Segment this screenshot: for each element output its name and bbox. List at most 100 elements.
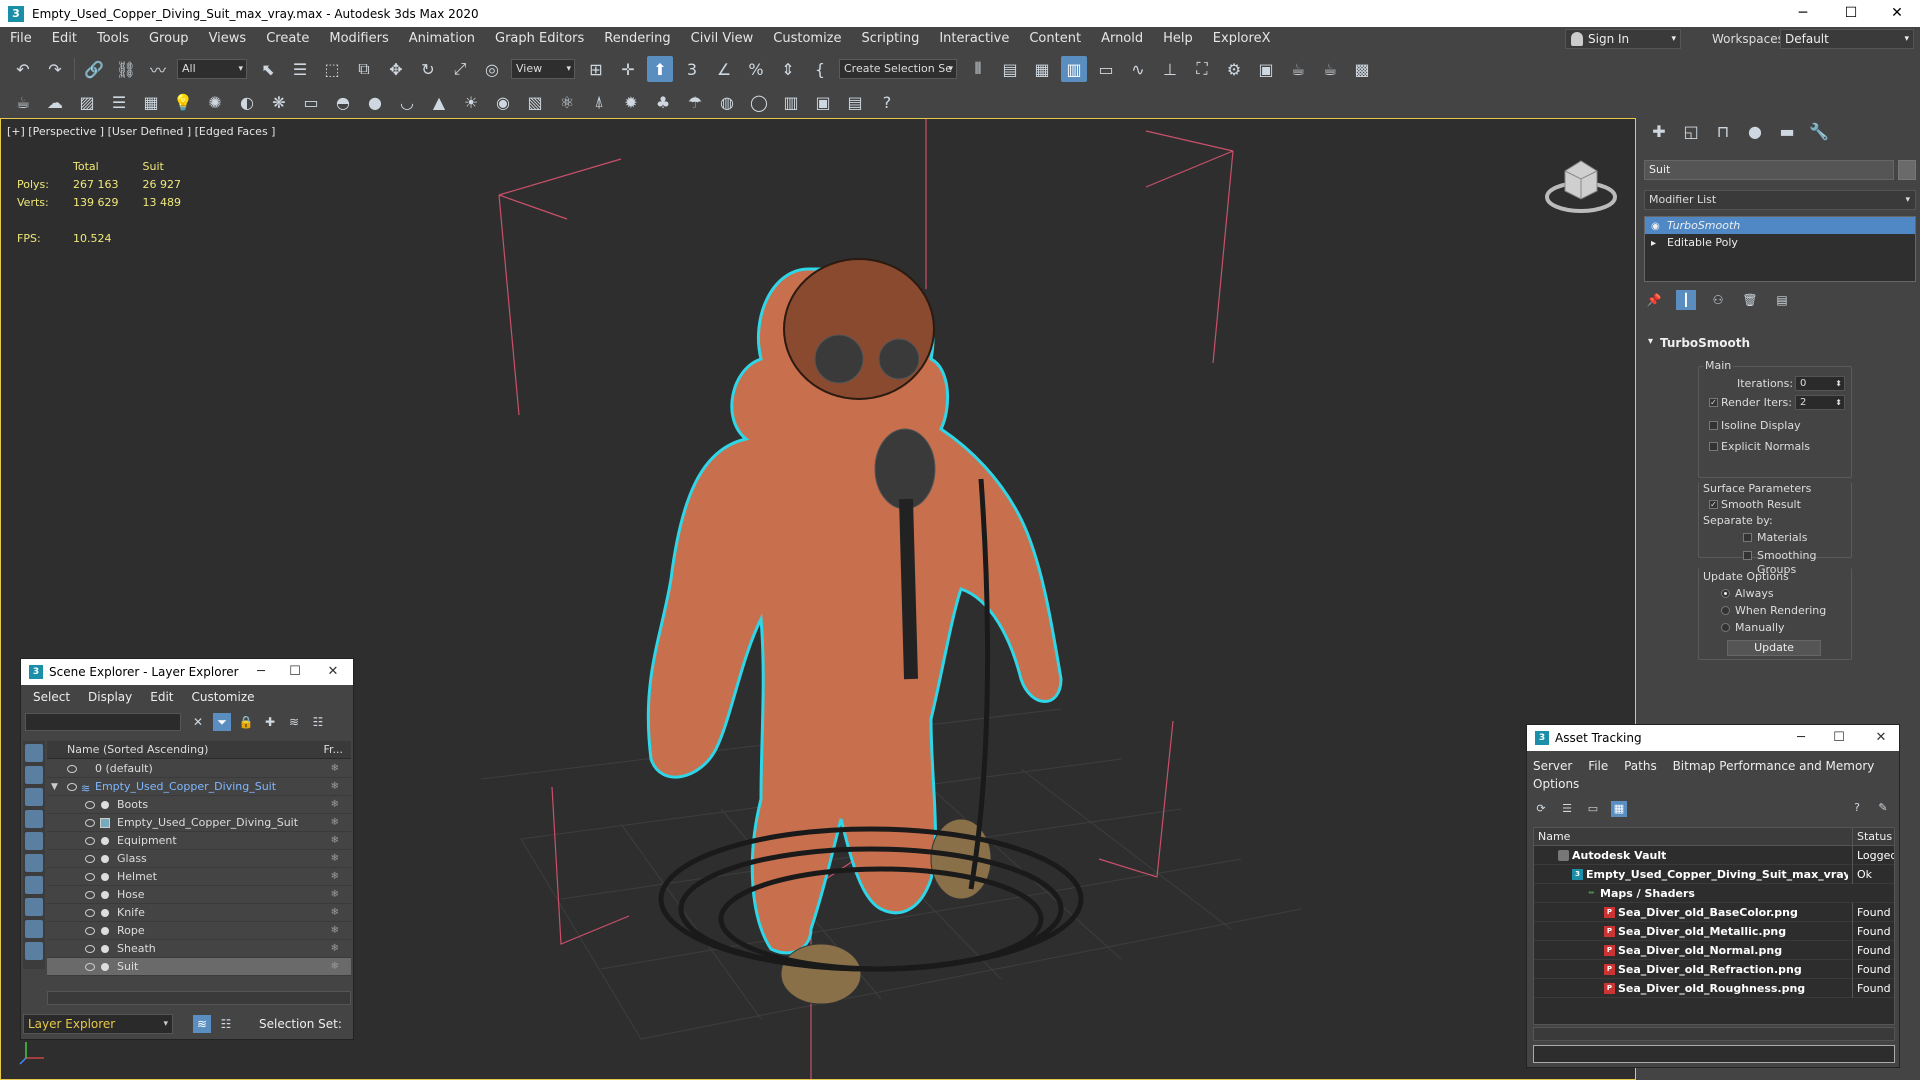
- display-geometry-icon[interactable]: [25, 744, 43, 762]
- list-item[interactable]: Boots ❄: [47, 796, 351, 814]
- named-selection-set-select[interactable]: Create Selection Se: [839, 59, 957, 79]
- freeze-icon[interactable]: ❄: [331, 778, 339, 796]
- list-item[interactable]: Rope ❄: [47, 922, 351, 940]
- explicit-normals-checkbox[interactable]: [1709, 442, 1718, 451]
- menu-create[interactable]: Create: [256, 27, 319, 51]
- freeze-icon[interactable]: ❄: [331, 904, 339, 922]
- camera-tripod-icon[interactable]: ⍋: [586, 89, 612, 115]
- group-icon[interactable]: ❋: [266, 89, 292, 115]
- list-icon[interactable]: ☰: [106, 89, 132, 115]
- column-name-header[interactable]: Name (Sorted Ascending): [67, 743, 208, 756]
- menu-graph-editors[interactable]: Graph Editors: [485, 27, 594, 51]
- at-menu-bitmap-performance[interactable]: Bitmap Performance and Memory: [1673, 759, 1875, 773]
- menu-customize[interactable]: Customize: [763, 27, 851, 51]
- table-row[interactable]: P Sea_Diver_old_Roughness.png Found: [1534, 979, 1894, 998]
- schematic-view-icon[interactable]: ⊥: [1157, 56, 1183, 82]
- cloud-icon[interactable]: ☁: [42, 89, 68, 115]
- explorer-type-select[interactable]: Layer Explorer: [23, 1014, 173, 1034]
- help-icon[interactable]: ?: [1849, 801, 1865, 817]
- rendered-frame-window-icon[interactable]: ▣: [1253, 56, 1279, 82]
- display-groups-icon[interactable]: [25, 876, 43, 894]
- remove-modifier-icon[interactable]: 🗑: [1740, 290, 1760, 310]
- smooth-result-checkbox[interactable]: ✓: [1709, 500, 1718, 509]
- select-by-name-icon[interactable]: ☰: [287, 56, 313, 82]
- menu-edit[interactable]: Edit: [42, 27, 87, 51]
- clear-search-icon[interactable]: ✕: [189, 713, 207, 731]
- display-tab-icon[interactable]: ▬: [1776, 121, 1798, 143]
- modifier-stack-item[interactable]: ▸ Editable Poly: [1645, 234, 1915, 251]
- display-spacewarps-icon[interactable]: [25, 854, 43, 872]
- table-row[interactable]: 3 Empty_Used_Copper_Diving_Suit_max_vray…: [1534, 865, 1894, 884]
- menu-rendering[interactable]: Rendering: [594, 27, 680, 51]
- table-row[interactable]: P Sea_Diver_old_BaseColor.png Found: [1534, 903, 1894, 922]
- cube-icon[interactable]: ▣: [810, 89, 836, 115]
- dome-icon[interactable]: ◓: [330, 89, 356, 115]
- menu-arnold[interactable]: Arnold: [1091, 27, 1153, 51]
- render-dot-icon[interactable]: [101, 891, 109, 899]
- horizontal-scrollbar[interactable]: [47, 991, 351, 1005]
- hierarchy-mode-icon[interactable]: ☷: [217, 1015, 235, 1033]
- visibility-eye-icon[interactable]: [85, 891, 95, 899]
- column-frozen-header[interactable]: Fr...: [323, 741, 343, 759]
- render-activeshade-icon[interactable]: ▩: [1349, 56, 1375, 82]
- menu-views[interactable]: Views: [199, 27, 257, 51]
- table-row[interactable]: Autodesk Vault Logged: [1534, 846, 1894, 865]
- freeze-icon[interactable]: ❄: [331, 832, 339, 850]
- se-menu-customize[interactable]: Customize: [192, 690, 255, 704]
- list-item[interactable]: Sheath ❄: [47, 940, 351, 958]
- pin-stack-icon[interactable]: 📌: [1644, 290, 1664, 310]
- keyboard-shortcut-override-icon[interactable]: ⬆: [647, 56, 673, 82]
- unlink-icon[interactable]: ⛓: [113, 56, 139, 82]
- image-icon[interactable]: ▨: [74, 89, 100, 115]
- window-crossing-icon[interactable]: ⧉: [351, 56, 377, 82]
- list-item[interactable]: Glass ❄: [47, 850, 351, 868]
- teapot-icon[interactable]: ☕: [10, 89, 36, 115]
- rotate-icon[interactable]: ↻: [415, 56, 441, 82]
- hierarchy-tab-icon[interactable]: ⊓: [1712, 121, 1734, 143]
- sign-in-dropdown[interactable]: Sign In ▾: [1565, 29, 1681, 49]
- pivot-center-icon[interactable]: ⊞: [583, 56, 609, 82]
- smoothing-groups-checkbox[interactable]: [1743, 551, 1752, 560]
- layer-mode-icon[interactable]: ≋: [193, 1015, 211, 1033]
- at-menu-file[interactable]: File: [1588, 759, 1608, 773]
- column-name-header[interactable]: Name: [1538, 828, 1570, 846]
- cone-icon[interactable]: ▲: [426, 89, 452, 115]
- molecule-icon[interactable]: ⚛: [554, 89, 580, 115]
- render-iters-spinner[interactable]: 2: [1795, 395, 1845, 410]
- when-rendering-radio[interactable]: [1721, 606, 1730, 615]
- lock-icon[interactable]: 🔒: [237, 713, 255, 731]
- scale-icon[interactable]: ⤢: [447, 56, 473, 82]
- close-button[interactable]: ✕: [1861, 725, 1901, 751]
- display-bones-icon[interactable]: [25, 920, 43, 938]
- at-menu-server[interactable]: Server: [1533, 759, 1572, 773]
- table-row[interactable]: P Sea_Diver_old_Normal.png Found: [1534, 941, 1894, 960]
- list-item[interactable]: Hose ❄: [47, 886, 351, 904]
- list-item[interactable]: ▼ ≋ Empty_Used_Copper_Diving_Suit ❄: [47, 778, 351, 796]
- manually-radio[interactable]: [1721, 623, 1730, 632]
- object-name-field[interactable]: Suit: [1644, 160, 1894, 180]
- menu-file[interactable]: File: [0, 27, 42, 51]
- show-end-result-icon[interactable]: ┃: [1676, 290, 1696, 310]
- link-icon[interactable]: 🔗: [81, 56, 107, 82]
- close-button[interactable]: ✕: [1874, 0, 1920, 27]
- menu-tools[interactable]: Tools: [87, 27, 139, 51]
- angle-snap-icon[interactable]: ∠: [711, 56, 737, 82]
- edit-named-selection-icon[interactable]: {: [807, 56, 833, 82]
- asset-tracking-titlebar[interactable]: 3 Asset Tracking ─ ☐ ✕: [1527, 725, 1899, 751]
- visibility-eye-icon[interactable]: [85, 945, 95, 953]
- freeze-icon[interactable]: ❄: [331, 796, 339, 814]
- plant-icon[interactable]: ♣: [650, 89, 676, 115]
- display-cameras-icon[interactable]: [25, 810, 43, 828]
- table-row[interactable]: P Sea_Diver_old_Metallic.png Found: [1534, 922, 1894, 941]
- freeze-icon[interactable]: ❄: [331, 850, 339, 868]
- maximize-button[interactable]: ☐: [275, 659, 315, 685]
- se-menu-edit[interactable]: Edit: [150, 690, 173, 704]
- select-manipulate-icon[interactable]: ✛: [615, 56, 641, 82]
- visibility-eye-icon[interactable]: [85, 801, 95, 809]
- always-radio[interactable]: [1721, 589, 1730, 598]
- at-menu-options[interactable]: Options: [1533, 777, 1579, 791]
- materials-checkbox[interactable]: [1743, 533, 1752, 542]
- plane-icon[interactable]: ▭: [298, 89, 324, 115]
- visibility-eye-icon[interactable]: [85, 855, 95, 863]
- orb-icon[interactable]: ◉: [490, 89, 516, 115]
